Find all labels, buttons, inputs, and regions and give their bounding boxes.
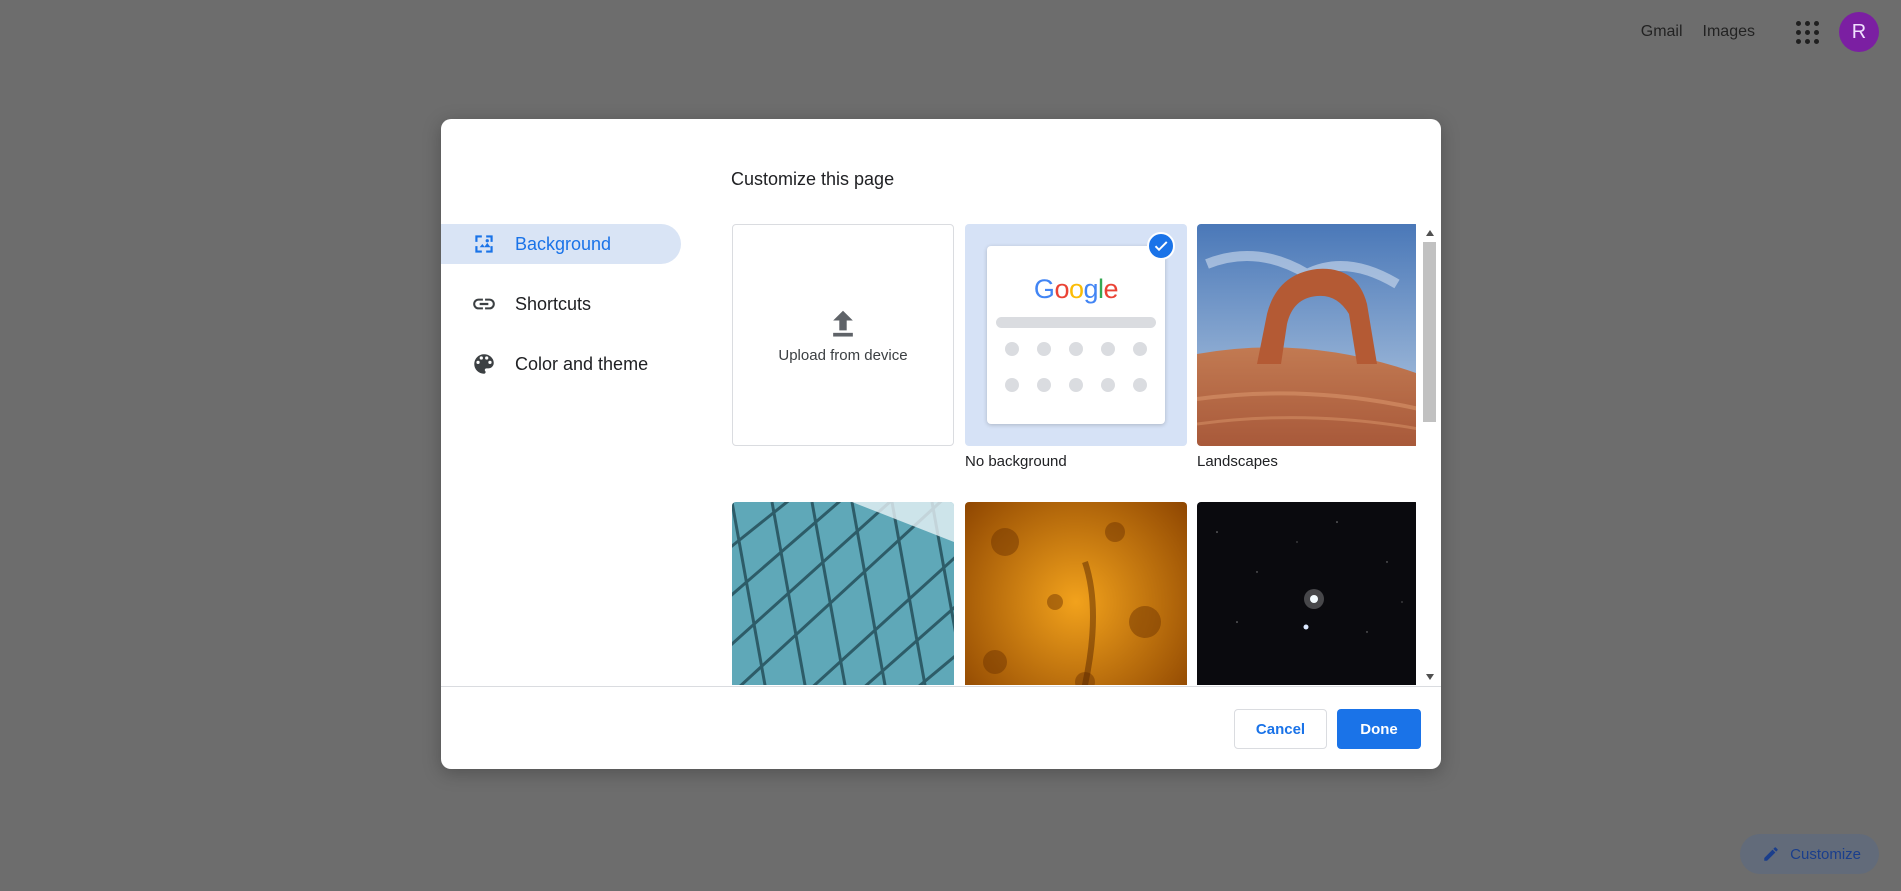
upload-icon: [833, 310, 853, 337]
no-background-preview[interactable]: Google: [965, 224, 1187, 446]
space-tile[interactable]: [1197, 502, 1416, 685]
customize-label: Customize: [1790, 845, 1861, 863]
upload-tile[interactable]: Upload from device: [732, 224, 954, 446]
nav-item-shortcuts[interactable]: Shortcuts: [441, 284, 681, 324]
customize-dialog: Customize this page Background Shortcuts…: [441, 119, 1441, 769]
cancel-button[interactable]: Cancel: [1234, 709, 1327, 749]
landscapes-image[interactable]: [1197, 224, 1416, 446]
palette-icon: [474, 354, 494, 374]
google-page-preview: Google: [987, 246, 1165, 424]
pencil-icon: [1764, 847, 1778, 861]
image-icon: [475, 235, 493, 253]
link-icon: [473, 298, 495, 310]
selected-check-icon: [1147, 232, 1175, 260]
top-bar: Gmail Images R: [1631, 12, 1879, 52]
background-collections: Upload from device Google No background …: [731, 224, 1416, 685]
gmail-link[interactable]: Gmail: [1631, 23, 1693, 41]
dialog-footer: Cancel Done: [441, 686, 1441, 769]
nav-item-color-theme[interactable]: Color and theme: [441, 344, 681, 384]
landscapes-label: Landscapes: [1197, 453, 1278, 470]
google-logo: Google: [1033, 274, 1119, 304]
orange-texture-image[interactable]: [965, 502, 1187, 685]
search-bar-preview: [996, 317, 1156, 328]
account-avatar[interactable]: R: [1839, 12, 1879, 52]
images-link[interactable]: Images: [1693, 23, 1765, 41]
nav-label-color-theme: Color and theme: [515, 353, 649, 374]
desert-arch-image: [1197, 224, 1416, 446]
scroll-up-arrow-icon[interactable]: [1421, 224, 1438, 241]
scroll-down-arrow-icon[interactable]: [1421, 668, 1438, 685]
dialog-nav: Background Shortcuts Color and theme: [441, 224, 681, 404]
shortcut-dots-preview: [1005, 342, 1147, 392]
apps-grid-icon: [1795, 20, 1819, 44]
collections-scrollbar[interactable]: [1421, 224, 1438, 685]
nav-label-background: Background: [515, 233, 612, 254]
landscapes-tile[interactable]: Landscapes: [1197, 224, 1416, 470]
nav-label-shortcuts: Shortcuts: [515, 293, 592, 314]
customize-button[interactable]: Customize: [1740, 834, 1879, 874]
no-background-label: No background: [965, 453, 1067, 470]
architecture-tile[interactable]: [732, 502, 954, 685]
nav-item-background[interactable]: Background: [441, 224, 681, 264]
space-planet-image[interactable]: [1197, 502, 1416, 685]
textures-tile[interactable]: [965, 502, 1187, 685]
upload-label: Upload from device: [778, 346, 908, 364]
no-background-tile[interactable]: Google No background: [965, 224, 1187, 470]
google-apps-button[interactable]: [1783, 8, 1831, 56]
upload-from-device-box[interactable]: Upload from device: [732, 224, 954, 446]
scrollbar-thumb[interactable]: [1423, 242, 1436, 422]
glass-building-image[interactable]: [732, 502, 954, 685]
dialog-title: Customize this page: [731, 169, 895, 189]
done-button[interactable]: Done: [1337, 709, 1421, 749]
